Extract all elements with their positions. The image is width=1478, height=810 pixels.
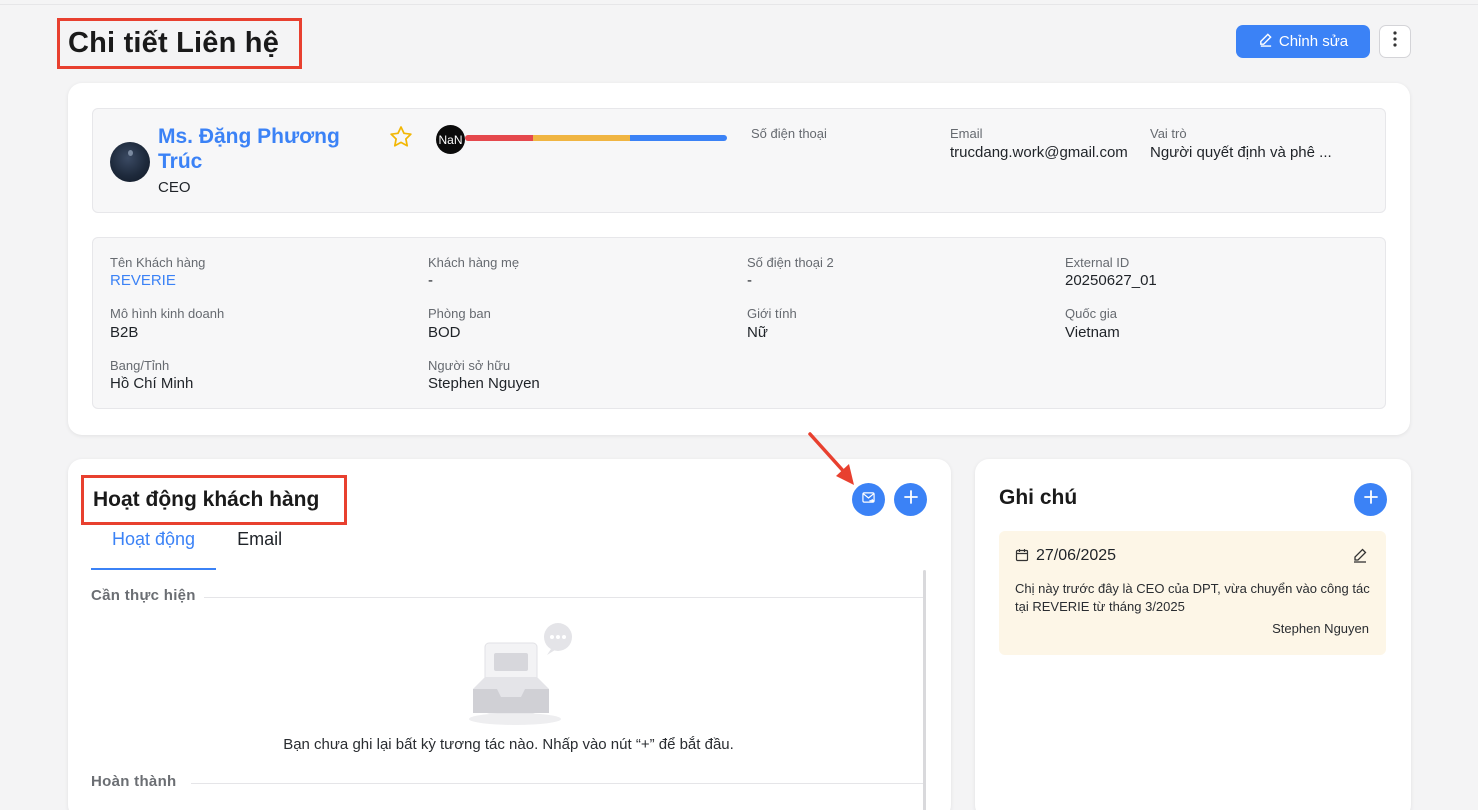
plus-icon [1363, 489, 1379, 510]
activity-title-highlight: Hoạt động khách hàng [81, 475, 347, 525]
more-vertical-icon [1393, 31, 1397, 52]
todo-group-label: Cần thực hiện [91, 587, 196, 604]
page-title: Chi tiết Liên hệ [68, 27, 280, 59]
contact-details: Tên Khách hàng REVERIE Khách hàng mẹ - S… [92, 237, 1386, 409]
star-icon[interactable] [388, 124, 414, 150]
contact-name[interactable]: Ms. Đặng Phương Trúc [158, 124, 368, 174]
phone2-label: Số điện thoại 2 [747, 255, 834, 270]
note-author: Stephen Nguyen [1272, 621, 1369, 636]
done-group-label: Hoàn thành [91, 773, 177, 790]
contact-card: Ms. Đặng Phương Trúc CEO NaN Số điện tho… [68, 83, 1410, 435]
external-id-value: 20250627_01 [1065, 272, 1157, 289]
top-divider [0, 4, 1478, 5]
edit-note-icon[interactable] [1352, 547, 1368, 568]
activity-card: Hoạt động khách hàng Hoạt động Email Cần… [68, 459, 951, 810]
notes-card: Ghi chú 27/06/2025 Chị này trước đây là … [975, 459, 1411, 810]
gender-label: Giới tính [747, 306, 797, 321]
done-divider [191, 783, 923, 784]
activity-scrollbar[interactable] [923, 570, 926, 810]
parent-customer-value: - [428, 272, 433, 289]
external-id-label: External ID [1065, 255, 1130, 270]
edit-button[interactable]: Chỉnh sửa [1236, 25, 1370, 58]
phone-label: Số điện thoại [751, 126, 827, 141]
email-label: Email [950, 126, 983, 141]
score-segment [630, 135, 727, 141]
todo-divider [204, 597, 923, 598]
avatar [110, 142, 150, 182]
notes-title: Ghi chú [999, 486, 1078, 509]
profile-summary: Ms. Đặng Phương Trúc CEO NaN Số điện tho… [92, 108, 1386, 213]
role-value: Người quyết định và phê ... [1150, 144, 1332, 161]
score-segment [465, 135, 534, 141]
add-note-button[interactable] [1354, 483, 1387, 516]
activity-tabs: Hoạt động Email [91, 525, 303, 570]
more-options-button[interactable] [1379, 25, 1411, 58]
business-model-label: Mô hình kinh doanh [110, 306, 225, 321]
score-badge: NaN [436, 125, 465, 154]
pencil-icon [1258, 32, 1273, 51]
score-segment [533, 135, 631, 141]
empty-inbox-illustration [457, 623, 575, 728]
note-body: Chị này trước đây là CEO của DPT, vừa ch… [1015, 581, 1370, 614]
owner-value: Stephen Nguyen [428, 375, 540, 392]
department-value: BOD [428, 324, 461, 341]
customer-label: Tên Khách hàng [110, 255, 206, 270]
email-send-icon [861, 491, 876, 509]
add-activity-button[interactable] [894, 483, 927, 516]
role-label: Vai trò [1150, 126, 1187, 141]
country-value: Vietnam [1065, 324, 1120, 341]
department-label: Phòng ban [428, 306, 491, 321]
activity-list: Cần thực hiện Bạn chưa ghi lại bất kỳ tư… [91, 570, 926, 810]
parent-customer-label: Khách hàng mẹ [428, 255, 520, 270]
business-model-value: B2B [110, 324, 139, 341]
note-date: 27/06/2025 [1036, 547, 1117, 564]
plus-icon [903, 489, 919, 510]
state-label: Bang/Tỉnh [110, 358, 170, 373]
note-item: 27/06/2025 Chị này trước đây là CEO của … [999, 531, 1386, 655]
phone2-value: - [747, 272, 752, 289]
empty-activity-message: Bạn chưa ghi lại bất kỳ tương tác nào. N… [283, 736, 734, 753]
email-value[interactable]: trucdang.work@gmail.com [950, 144, 1128, 161]
edit-button-label: Chỉnh sửa [1278, 33, 1349, 50]
score-bar [465, 135, 727, 141]
contact-job-title: CEO [158, 179, 191, 196]
tab-activities[interactable]: Hoạt động [91, 525, 217, 570]
owner-label: Người sở hữu [428, 358, 511, 373]
calendar-icon [1015, 548, 1029, 567]
tab-email[interactable]: Email [216, 525, 303, 563]
page-title-highlight: Chi tiết Liên hệ [57, 18, 302, 69]
annotation-arrow-icon [806, 430, 858, 488]
country-label: Quốc gia [1065, 306, 1118, 321]
gender-value: Nữ [747, 324, 768, 341]
state-value: Hồ Chí Minh [110, 375, 194, 392]
activity-title: Hoạt động khách hàng [93, 488, 320, 511]
customer-link[interactable]: REVERIE [110, 272, 176, 289]
